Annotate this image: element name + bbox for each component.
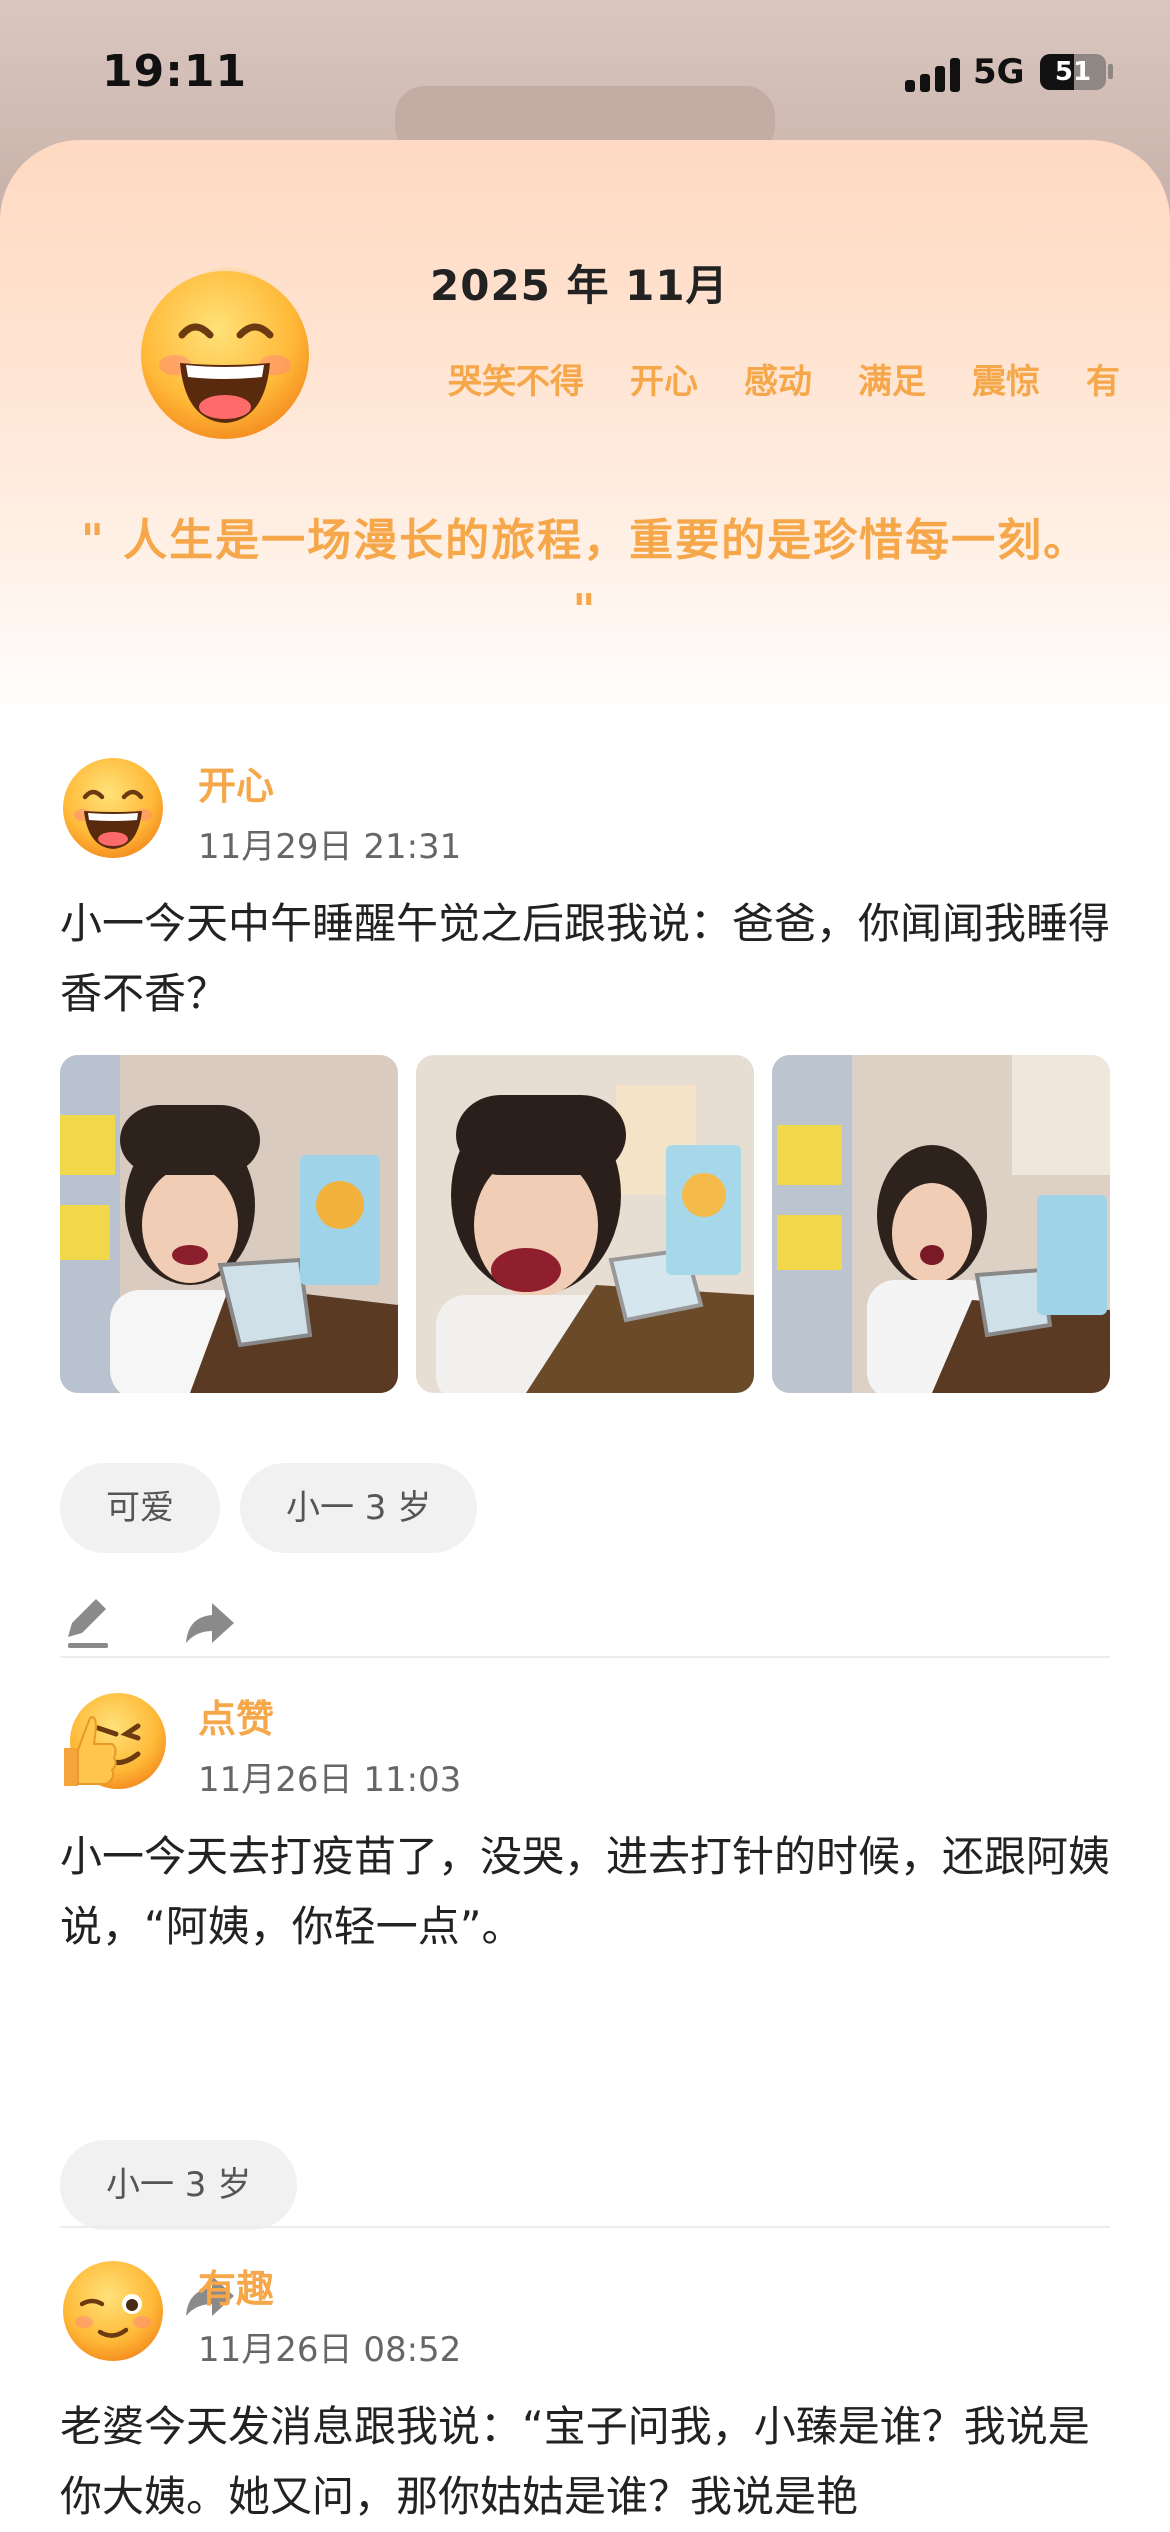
status-time: 19:11: [102, 46, 248, 97]
diary-post[interactable]: 开心 11月29日 21:31 小一今天中午睡醒午觉之后跟我说：爸爸，你闻闻我睡…: [60, 755, 1111, 1648]
post-mood-label: 开心: [198, 764, 275, 808]
mood-tab-zhenjing[interactable]: 震惊: [952, 352, 1060, 412]
post-text: 小一今天去打疫苗了，没哭，进去打针的时候，还跟阿姨说，“阿姨，你轻一点”。: [60, 1832, 1111, 1951]
daily-quote: " 人生是一场漫长的旅程，重要的是珍惜每一刻。 ": [80, 515, 1090, 636]
post-tags: 可爱 小一 3 岁: [60, 1463, 1110, 1553]
tag-chip[interactable]: 小一 3 岁: [60, 2140, 298, 2230]
post-photo[interactable]: [416, 1055, 754, 1393]
post-actions: [60, 1593, 360, 1653]
post-photo[interactable]: [772, 1055, 1110, 1393]
diary-sheet: 2025 年 11月 哭笑不得 开心 感动 满足 震惊有 " 人生是一场漫长的旅程，重要…: [0, 140, 1170, 2532]
post-date: 11月29日 21:31: [198, 827, 462, 867]
happy-emoji-icon: [60, 755, 166, 861]
diary-post[interactable]: 点赞 11月26日 11:03 小一今天去打疫苗了，没哭，进去打针的时候，还跟阿…: [60, 1688, 1111, 2321]
post-date: 11月26日 08:52: [198, 2330, 462, 2370]
post-photo[interactable]: [60, 1055, 398, 1393]
mood-tab-more[interactable]: 有: [1066, 352, 1140, 412]
diary-post[interactable]: 有趣 11月26日 08:52 老婆今天发消息跟我说：“宝子问我，小臻是谁？我说…: [60, 2258, 1110, 2532]
mood-tab-kaixin[interactable]: 开心: [610, 352, 718, 412]
post-divider: [60, 1656, 1110, 1658]
post-text: 小一今天中午睡醒午觉之后跟我说：爸爸，你闻闻我睡得香不香？: [60, 899, 1111, 1018]
tag-chip[interactable]: 小一 3 岁: [240, 1463, 478, 1553]
mood-tab-gandong[interactable]: 感动: [724, 352, 832, 412]
winking-emoji-icon: [60, 2258, 166, 2364]
post-mood-label: 点赞: [198, 1697, 275, 1741]
mood-filter-tabs: 哭笑不得 开心 感动 满足 震惊有: [430, 352, 1170, 412]
tag-chip[interactable]: 可爱: [60, 1463, 220, 1553]
post-mood-label: 有趣: [198, 2267, 275, 2311]
month-title[interactable]: 2025 年 11月: [430, 252, 729, 313]
laughing-emoji-icon: [130, 255, 320, 445]
post-divider: [60, 2226, 1110, 2228]
signal-icon: [905, 58, 961, 92]
photo-grid: [60, 1055, 1110, 1393]
battery-icon: 51: [1040, 54, 1106, 90]
post-tags: 小一 3 岁: [60, 2140, 1110, 2230]
battery-cap: [1108, 64, 1113, 79]
post-text: 老婆今天发消息跟我说：“宝子问我，小臻是谁？我说是你大姨。她又问，那你姑姑是谁？…: [60, 2402, 1090, 2521]
post-date: 11月26日 11:03: [198, 1760, 462, 1800]
edit-icon[interactable]: [60, 1593, 120, 1653]
app-screen: 19:11 5G 51 2025 年 11月 哭笑不得 开心 感动 满足 震惊 …: [0, 0, 1170, 2532]
share-icon[interactable]: [178, 1593, 238, 1653]
network-type: 5G: [973, 52, 1025, 92]
mood-tab-manzu[interactable]: 满足: [838, 352, 946, 412]
thumbs-up-emoji-icon: [60, 1688, 166, 1794]
mood-tab-kuxiaobude[interactable]: 哭笑不得: [430, 352, 604, 412]
battery-level: 51: [1054, 57, 1092, 87]
